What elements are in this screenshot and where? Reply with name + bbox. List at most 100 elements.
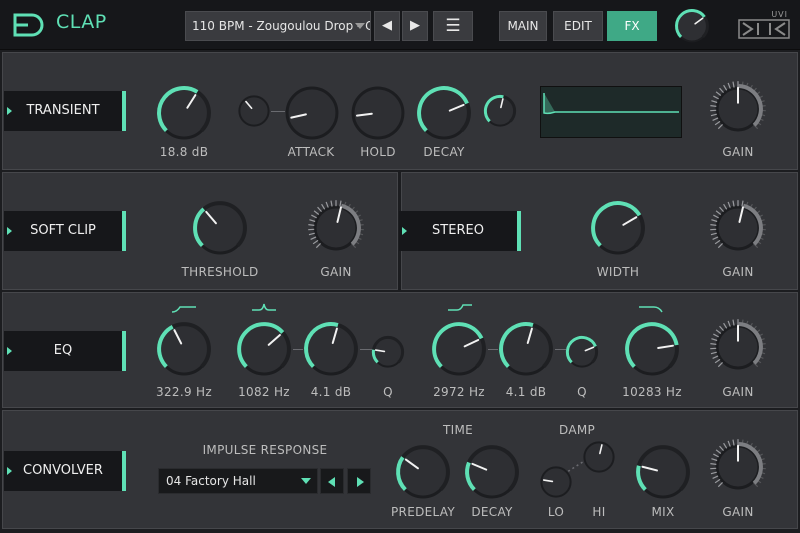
stereo-label: STEREO bbox=[432, 223, 484, 238]
eq-band3-gain-knob[interactable] bbox=[497, 320, 555, 378]
app-title: CLAP bbox=[56, 11, 107, 33]
hold-label: HOLD bbox=[360, 145, 396, 159]
stereo-toggle-button[interactable]: STEREO bbox=[399, 211, 521, 251]
knob-dial bbox=[565, 335, 599, 368]
mix-label: MIX bbox=[651, 505, 675, 519]
width-label: WIDTH bbox=[596, 265, 640, 279]
eq-band1-freq-value: 322.9 Hz bbox=[156, 385, 212, 399]
next-preset-button[interactable]: ▶ bbox=[402, 11, 428, 41]
uvi-logo-icon bbox=[738, 19, 790, 39]
knob-dial bbox=[237, 322, 291, 376]
ir-prev-button[interactable] bbox=[320, 468, 344, 494]
eq-band3-q-label: Q bbox=[577, 385, 587, 399]
attack-knob[interactable] bbox=[283, 84, 341, 142]
decay-knob[interactable] bbox=[415, 84, 473, 142]
preset-name: 110 BPM - Zougoulou Drop - Clap bbox=[192, 19, 370, 33]
time-heading: TIME bbox=[442, 423, 474, 437]
high-shelf-icon bbox=[448, 304, 472, 311]
softclip-gain-label: GAIN bbox=[320, 265, 352, 279]
knob-dial bbox=[540, 466, 572, 498]
damp-hi-label: HI bbox=[592, 505, 606, 519]
mix-knob[interactable] bbox=[634, 443, 692, 501]
knob-dial bbox=[432, 322, 486, 376]
knob-dial bbox=[625, 322, 679, 376]
eq-band2-gain-knob[interactable] bbox=[302, 320, 360, 378]
eq-band3-freq-knob[interactable] bbox=[430, 320, 488, 378]
transient-small-knob[interactable] bbox=[237, 94, 271, 128]
eq-band3-q-knob[interactable] bbox=[565, 335, 599, 369]
damp-hi-knob[interactable] bbox=[582, 440, 616, 474]
softclip-toggle-button[interactable]: SOFT CLIP bbox=[4, 211, 126, 251]
damp-lo-label: LO bbox=[547, 505, 565, 519]
eq-gain-knob[interactable] bbox=[709, 318, 767, 376]
menu-button[interactable]: ☰ bbox=[433, 11, 473, 41]
arrow-right-icon bbox=[357, 477, 364, 487]
d-logo-icon bbox=[13, 13, 44, 37]
prev-preset-button[interactable]: ◀ bbox=[374, 11, 400, 41]
knob-dial bbox=[285, 86, 339, 140]
expand-arrow-icon bbox=[7, 347, 12, 355]
convolver-label: CONVOLVER bbox=[23, 463, 103, 478]
tab-fx[interactable]: FX bbox=[607, 11, 657, 41]
knob-dial bbox=[710, 81, 766, 132]
high-cut-icon bbox=[639, 306, 663, 313]
expand-arrow-icon bbox=[7, 107, 12, 115]
convolver-gain-knob[interactable] bbox=[709, 438, 767, 496]
predelay-label: PREDELAY bbox=[391, 505, 455, 519]
transient-gain-label: GAIN bbox=[722, 145, 754, 159]
eq-band2-freq-knob[interactable] bbox=[235, 320, 293, 378]
decay-label: DECAY bbox=[423, 145, 465, 159]
master-volume-knob[interactable] bbox=[674, 8, 710, 44]
knob-dial bbox=[304, 322, 358, 376]
convolver-decay-label: DECAY bbox=[471, 505, 513, 519]
eq-band2-q-knob[interactable] bbox=[371, 335, 405, 369]
eq-band4-freq-knob[interactable] bbox=[623, 320, 681, 378]
convolver-gain-label: GAIN bbox=[722, 505, 754, 519]
top-bar: CLAP 110 BPM - Zougoulou Drop - Clap ◀ ▶… bbox=[0, 0, 800, 50]
transient-toggle-button[interactable]: TRANSIENT bbox=[4, 91, 126, 131]
chevron-down-icon bbox=[355, 23, 365, 29]
knob-dial bbox=[710, 200, 766, 251]
eq-band2-gain-value: 4.1 dB bbox=[310, 385, 352, 399]
eq-band4-freq-value: 10283 Hz bbox=[622, 385, 682, 399]
attack-label: ATTACK bbox=[287, 145, 335, 159]
hamburger-menu-icon: ☰ bbox=[445, 16, 461, 36]
tab-main[interactable]: MAIN bbox=[499, 11, 547, 41]
impulse-response-dropdown[interactable]: 04 Factory Hall bbox=[158, 468, 318, 494]
expand-arrow-icon bbox=[7, 227, 12, 235]
threshold-label: THRESHOLD bbox=[181, 265, 259, 279]
threshold-knob[interactable] bbox=[191, 199, 249, 257]
eq-toggle-button[interactable]: EQ bbox=[4, 331, 126, 371]
ir-next-button[interactable] bbox=[347, 468, 371, 494]
arrow-left-icon bbox=[328, 477, 335, 487]
impulse-response-value: 04 Factory Hall bbox=[166, 474, 256, 488]
convolver-toggle-button[interactable]: CONVOLVER bbox=[4, 451, 126, 491]
decay-curve-knob[interactable] bbox=[483, 94, 517, 128]
transient-envelope-display bbox=[540, 86, 682, 138]
preset-selector[interactable]: 110 BPM - Zougoulou Drop - Clap bbox=[185, 11, 371, 41]
chevron-down-icon bbox=[301, 478, 311, 484]
eq-band2-freq-value: 1082 Hz bbox=[238, 385, 290, 399]
damp-lo-knob[interactable] bbox=[539, 465, 573, 499]
transient-amount-knob[interactable] bbox=[155, 84, 213, 142]
eq-band1-freq-knob[interactable] bbox=[155, 320, 213, 378]
convolver-decay-knob[interactable] bbox=[463, 443, 521, 501]
knob-dial bbox=[583, 441, 615, 473]
knob-dial bbox=[396, 445, 450, 499]
knob-dial bbox=[591, 201, 645, 255]
next-icon: ▶ bbox=[410, 18, 420, 33]
transient-label: TRANSIENT bbox=[26, 103, 100, 118]
eq-label: EQ bbox=[53, 343, 73, 358]
knob-dial bbox=[710, 439, 766, 490]
knob-dial bbox=[157, 322, 211, 376]
stereo-gain-knob[interactable] bbox=[709, 199, 767, 257]
transient-gain-knob[interactable] bbox=[709, 80, 767, 138]
tab-edit[interactable]: EDIT bbox=[553, 11, 603, 41]
low-shelf-icon bbox=[171, 306, 196, 313]
softclip-gain-knob[interactable] bbox=[307, 199, 365, 257]
hold-knob[interactable] bbox=[349, 84, 407, 142]
prev-icon: ◀ bbox=[382, 18, 392, 33]
envelope-curve-icon bbox=[543, 93, 679, 115]
width-knob[interactable] bbox=[589, 199, 647, 257]
predelay-knob[interactable] bbox=[394, 443, 452, 501]
